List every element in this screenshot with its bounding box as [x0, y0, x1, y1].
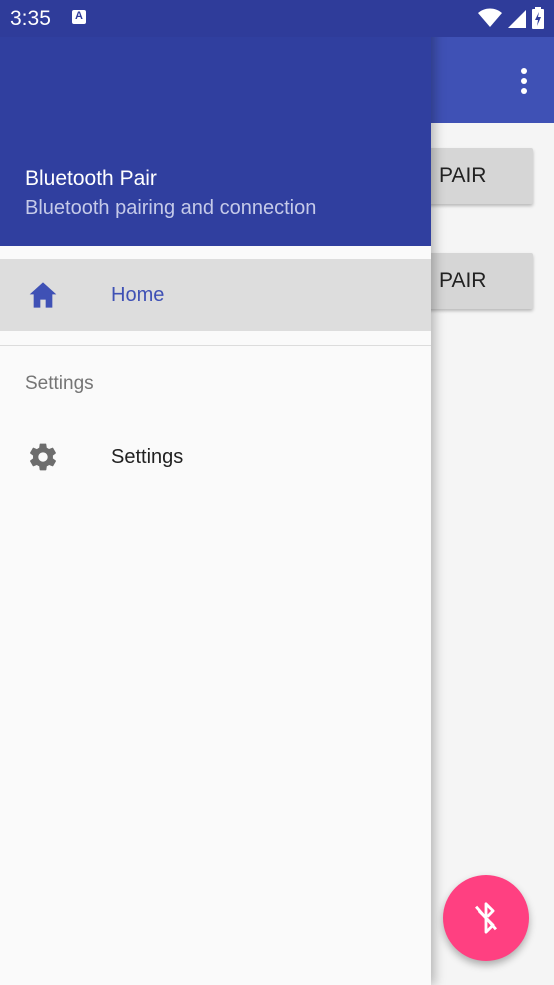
home-icon: [27, 279, 59, 311]
nav-item-settings[interactable]: Settings: [0, 421, 431, 493]
section-header-settings: Settings: [25, 373, 94, 394]
nav-item-home[interactable]: Home: [0, 259, 431, 331]
battery-charging-icon: [532, 7, 544, 29]
navigation-drawer: Bluetooth Pair Bluetooth pairing and con…: [0, 0, 431, 985]
status-bar: 3:35: [0, 0, 554, 37]
nav-item-label: Home: [111, 283, 165, 306]
overflow-menu-button[interactable]: [516, 68, 532, 94]
overflow-dot: [521, 88, 527, 94]
status-time: 3:35: [10, 7, 51, 30]
overflow-dot: [521, 78, 527, 84]
nav-item-label: Settings: [111, 445, 184, 468]
drawer-subtitle: Bluetooth pairing and connection: [25, 197, 317, 219]
status-icons: [478, 7, 544, 29]
overflow-dot: [521, 68, 527, 74]
wifi-icon: [478, 8, 502, 27]
drawer-divider: [0, 345, 431, 346]
bluetooth-fab-button[interactable]: [443, 875, 529, 961]
app-notification-icon: [72, 10, 86, 24]
signal-icon: [508, 10, 526, 28]
bluetooth-disabled-icon: [475, 902, 497, 934]
gear-icon: [27, 441, 59, 473]
drawer-title: Bluetooth Pair: [25, 167, 157, 190]
